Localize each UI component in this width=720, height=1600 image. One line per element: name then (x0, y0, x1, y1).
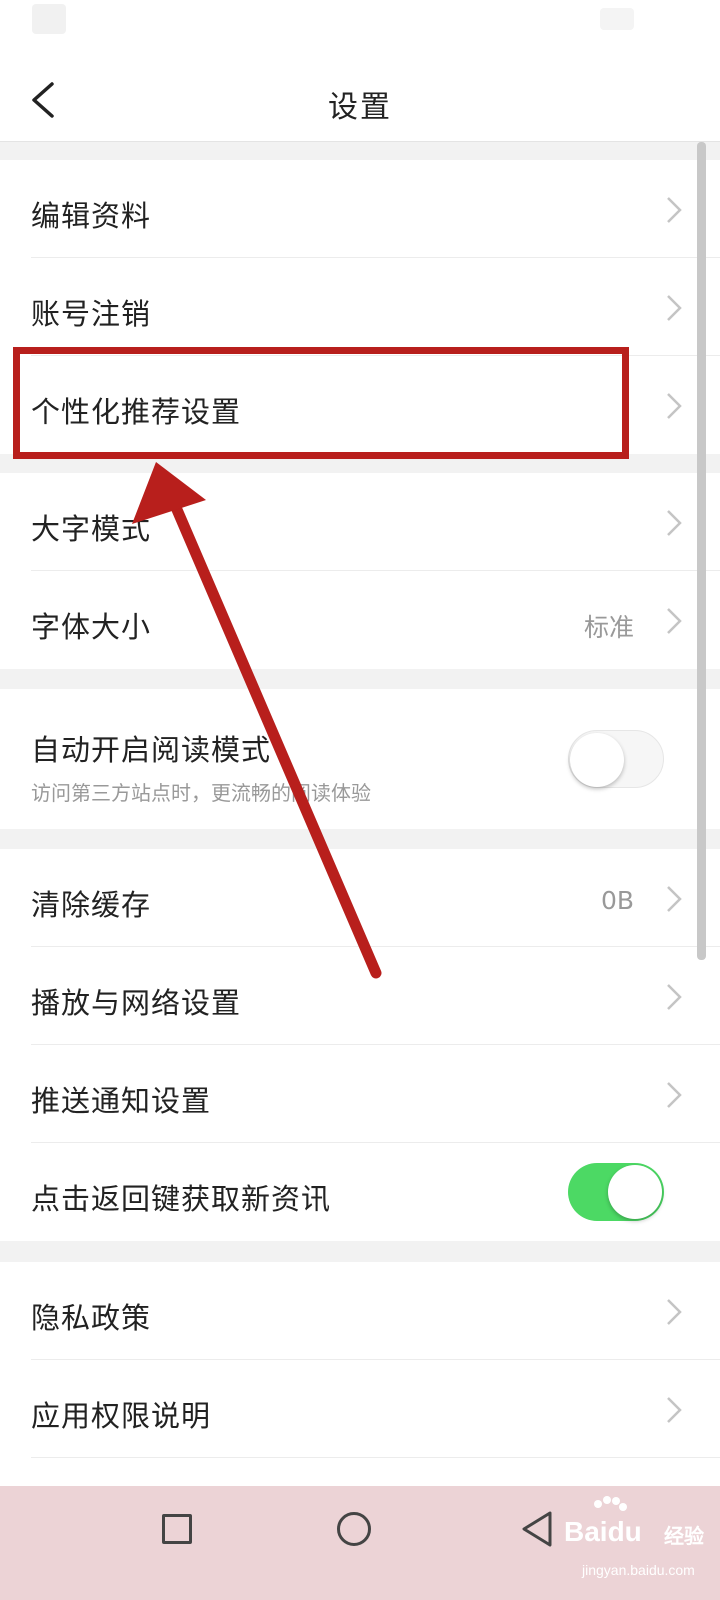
settings-item-edit-profile[interactable]: 编辑资料 (0, 160, 720, 258)
watermark-url: jingyan.baidu.com (582, 1562, 695, 1578)
header: 设置 (0, 58, 720, 142)
battery-icon (600, 8, 634, 30)
settings-item-value: 标准 (583, 613, 634, 642)
toggle-knob (608, 1165, 662, 1219)
watermark-brand: Baidu (564, 1516, 642, 1547)
recent-apps-button[interactable] (162, 1514, 192, 1544)
settings-item-value: 0B (600, 886, 634, 915)
settings-item-label: 播放与网络设置 (31, 986, 242, 1020)
settings-item-label: 自动开启阅读模式 (31, 733, 272, 767)
settings-item-clear-cache[interactable]: 清除缓存 0B (0, 849, 720, 947)
chevron-right-icon (667, 886, 682, 912)
settings-item-label: 字体大小 (31, 610, 152, 644)
divider (31, 1457, 720, 1458)
chevron-right-icon (667, 608, 682, 634)
settings-item-account-deletion[interactable]: 账号注销 (0, 258, 720, 356)
back-key-refresh-toggle[interactable] (568, 1163, 664, 1221)
chevron-right-icon (667, 393, 682, 419)
settings-item-back-key-refresh[interactable]: 点击返回键获取新资讯 (0, 1143, 720, 1241)
settings-item-label: 账号注销 (31, 297, 152, 331)
annotation-highlight-box (13, 347, 629, 459)
settings-item-label: 推送通知设置 (31, 1084, 212, 1118)
settings-item-label: 大字模式 (31, 512, 152, 546)
chevron-right-icon (667, 1397, 682, 1423)
settings-item-app-permissions[interactable]: 应用权限说明 (0, 1360, 720, 1458)
settings-item-font-size[interactable]: 字体大小 标准 (0, 571, 720, 669)
system-back-button[interactable] (520, 1510, 554, 1548)
settings-item-playback-network[interactable]: 播放与网络设置 (0, 947, 720, 1045)
settings-item-label: 隐私政策 (31, 1301, 152, 1335)
home-button[interactable] (337, 1512, 371, 1546)
page-title: 设置 (328, 90, 392, 125)
watermark-product: 经验 (664, 1524, 704, 1548)
chevron-right-icon (667, 984, 682, 1010)
toggle-knob (570, 733, 624, 787)
settings-group-general: 清除缓存 0B 播放与网络设置 推送通知设置 点击返回键获取新资讯 (0, 849, 720, 1241)
settings-group-legal: 隐私政策 应用权限说明 (0, 1262, 720, 1486)
chevron-right-icon (667, 197, 682, 223)
scrollbar[interactable] (697, 142, 706, 960)
chevron-right-icon (667, 1299, 682, 1325)
settings-item-large-text-mode[interactable]: 大字模式 (0, 473, 720, 571)
settings-group-display: 大字模式 字体大小 标准 (0, 473, 720, 669)
auto-reading-mode-toggle[interactable] (568, 730, 664, 788)
settings-item-privacy-policy[interactable]: 隐私政策 (0, 1262, 720, 1360)
settings-item-label: 编辑资料 (31, 199, 152, 233)
settings-item-push-notification[interactable]: 推送通知设置 (0, 1045, 720, 1143)
settings-item-label: 应用权限说明 (31, 1399, 212, 1433)
settings-group-reading: 自动开启阅读模式 访问第三方站点时，更流畅的阅读体验 (0, 689, 720, 829)
settings-item-label: 点击返回键获取新资讯 (31, 1182, 332, 1216)
settings-item-auto-reading-mode[interactable]: 自动开启阅读模式 访问第三方站点时，更流畅的阅读体验 (0, 689, 720, 829)
chevron-right-icon (667, 295, 682, 321)
settings-item-label: 清除缓存 (31, 888, 152, 922)
settings-item-description: 访问第三方站点时，更流畅的阅读体验 (31, 781, 371, 805)
chevron-right-icon (667, 510, 682, 536)
status-bar (0, 0, 720, 58)
baidu-watermark: Baidu 经验 jingyan.baidu.com (556, 1494, 716, 1594)
status-icon (32, 4, 66, 34)
chevron-right-icon (667, 1082, 682, 1108)
